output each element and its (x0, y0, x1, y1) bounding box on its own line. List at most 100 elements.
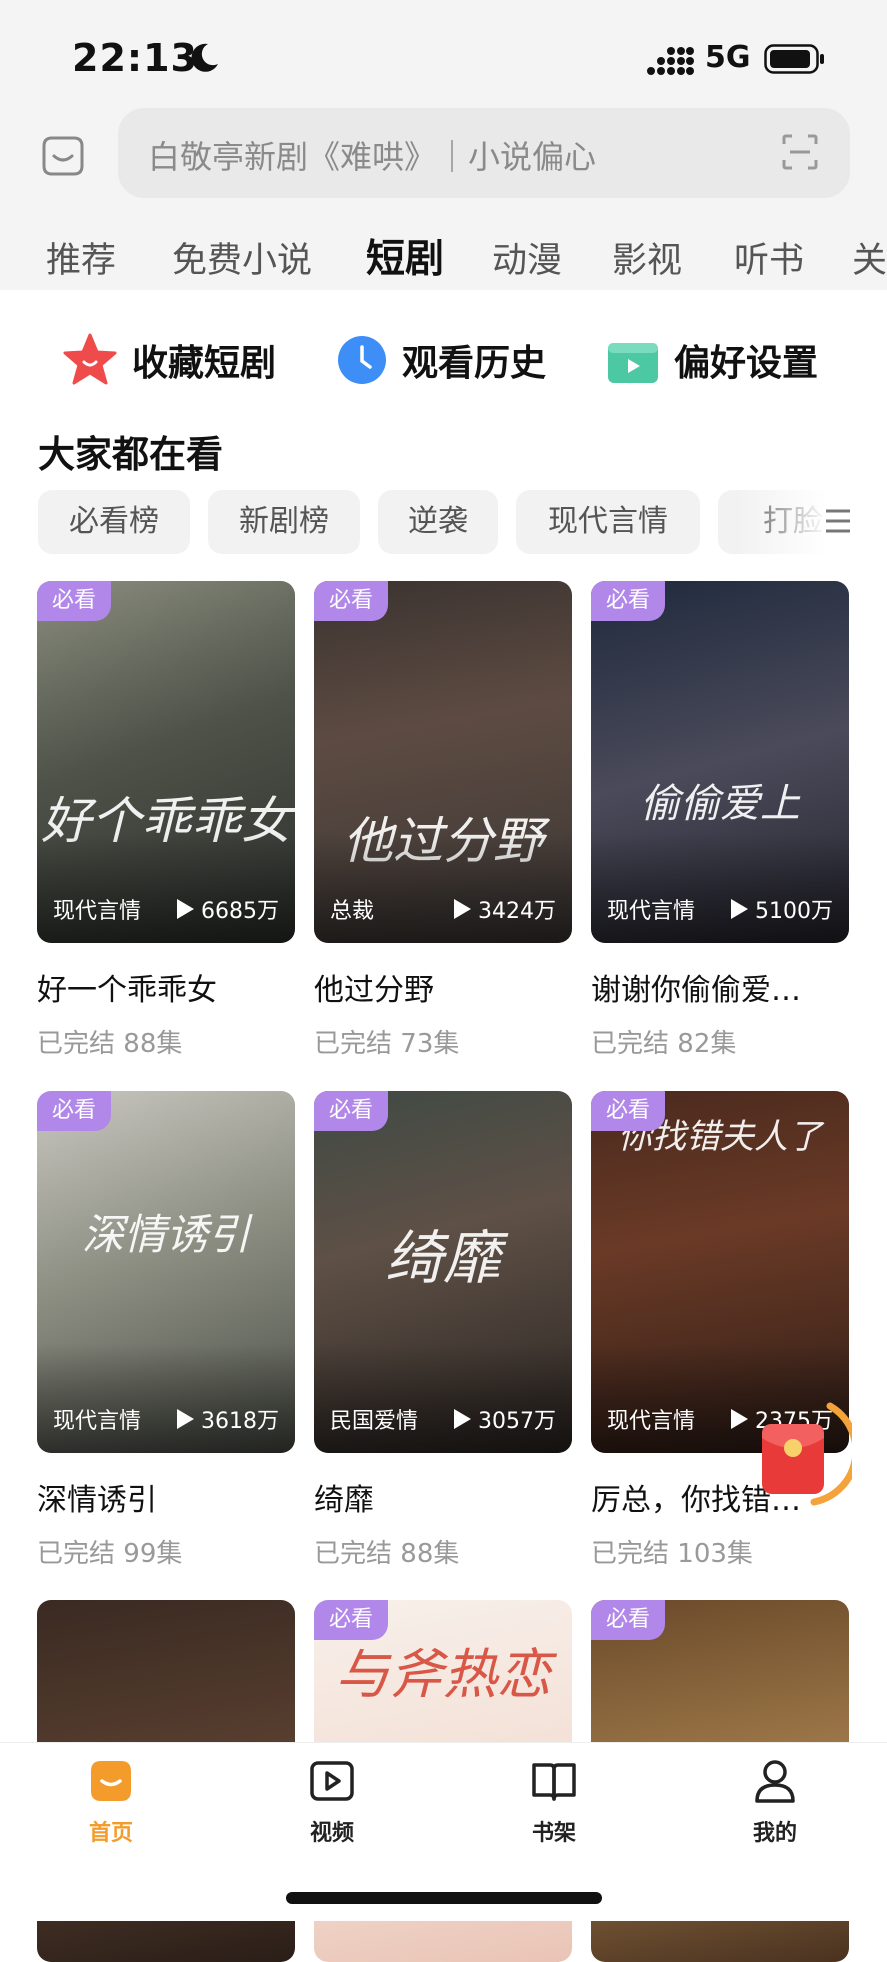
drama-poster: 好个乖乖女 必看 现代言情 6685万 (37, 581, 295, 943)
play-icon (454, 899, 471, 919)
genre-label: 现代言情 (53, 1409, 142, 1434)
tab-recommend[interactable]: 推荐 (46, 232, 116, 283)
must-watch-badge: 必看 (37, 581, 111, 621)
section-title: 大家都在看 (38, 433, 223, 476)
must-watch-badge: 必看 (591, 581, 665, 621)
menu-icon[interactable] (823, 506, 853, 536)
must-watch-badge: 必看 (314, 581, 388, 621)
star-icon (63, 333, 117, 385)
status-time: 22:13 (72, 36, 198, 80)
drama-title: 深情诱引 (37, 1483, 157, 1518)
preferences-button[interactable]: 偏好设置 (606, 330, 818, 390)
book-icon (532, 1763, 576, 1801)
filter-chips: 必看榜 新剧榜 逆袭 现代言情 打脸 (38, 490, 887, 554)
chip-new[interactable]: 新剧榜 (208, 490, 360, 554)
tab-short-drama[interactable]: 短剧 (366, 228, 444, 284)
completion-status: 已完结 (591, 1539, 670, 1569)
poster-title-art: 深情诱引 (81, 1210, 250, 1259)
drama-meta: 已完结 82集 (591, 1023, 849, 1060)
genre-label: 现代言情 (53, 899, 142, 924)
poster-title-art: 偷偷爱上 (640, 781, 800, 827)
nav-me[interactable]: 我的 (715, 1757, 835, 1847)
category-tabs: 推荐 免费小说 短剧 动漫 影视 听书 关 (0, 226, 887, 290)
tab-free-novels[interactable]: 免费小说 (172, 232, 312, 283)
battery-icon (764, 44, 824, 74)
history-label: 观看历史 (402, 343, 547, 384)
clock-icon (338, 336, 386, 384)
home-indicator (286, 1892, 602, 1904)
drama-title: 好一个乖乖女 (37, 973, 217, 1008)
nav-me-label: 我的 (752, 1821, 797, 1846)
nav-home[interactable]: 首页 (51, 1757, 171, 1847)
drama-card[interactable]: 绮靡 必看 民国爱情 3057万 绮靡 已完结 88集 (314, 1091, 572, 1570)
view-count: 6685万 (175, 893, 279, 925)
episode-count: 73集 (400, 1029, 460, 1059)
view-count-value: 6685万 (201, 899, 279, 924)
user-icon (755, 1760, 795, 1803)
must-watch-badge: 必看 (37, 1091, 111, 1131)
episode-count: 99集 (123, 1539, 183, 1569)
view-count-value: 3618万 (201, 1409, 279, 1434)
must-watch-badge: 必看 (591, 1600, 665, 1640)
view-count-value: 3057万 (478, 1409, 556, 1434)
completion-status: 已完结 (314, 1029, 393, 1059)
drama-title: 他过分野 (314, 973, 434, 1008)
chip-comeback[interactable]: 逆袭 (378, 490, 498, 554)
view-count: 5100万 (729, 893, 833, 925)
must-watch-badge: 必看 (314, 1600, 388, 1640)
genre-label: 总裁 (330, 899, 375, 924)
drama-meta: 已完结 73集 (314, 1023, 572, 1060)
episode-count: 88集 (123, 1029, 183, 1059)
must-watch-badge: 必看 (591, 1091, 665, 1131)
view-count-value: 3424万 (478, 899, 556, 924)
play-icon (731, 899, 748, 919)
drama-card[interactable]: 偷偷爱上 必看 现代言情 5100万 谢谢你偷偷爱… 已完结 82集 (591, 581, 849, 1060)
tab-anime[interactable]: 动漫 (492, 232, 562, 283)
chip-modern-romance[interactable]: 现代言情 (516, 490, 700, 554)
drama-card[interactable]: 好个乖乖女 必看 现代言情 6685万 好一个乖乖女 已完结 88集 (37, 581, 295, 1060)
scan-icon[interactable] (780, 132, 820, 172)
preferences-label: 偏好设置 (674, 343, 819, 384)
drama-poster: 深情诱引 必看 现代言情 3618万 (37, 1091, 295, 1453)
completion-status: 已完结 (37, 1029, 116, 1059)
red-envelope-icon[interactable] (752, 1398, 852, 1508)
chip-must-watch[interactable]: 必看榜 (38, 490, 190, 554)
moon-icon (191, 43, 218, 72)
episode-count: 82集 (677, 1029, 737, 1059)
poster-title-art: 与斧热恋 (335, 1643, 551, 1706)
drama-poster: 偷偷爱上 必看 现代言情 5100万 (591, 581, 849, 943)
view-count-value: 5100万 (755, 899, 833, 924)
nav-bookshelf-label: 书架 (531, 1821, 576, 1846)
episode-count: 88集 (400, 1539, 460, 1569)
favorites-label: 收藏短剧 (132, 343, 277, 384)
drama-card[interactable]: 深情诱引 必看 现代言情 3618万 深情诱引 已完结 99集 (37, 1091, 295, 1570)
drama-poster: 绮靡 必看 民国爱情 3057万 (314, 1091, 572, 1453)
genre-label: 民国爱情 (330, 1409, 419, 1434)
history-button[interactable]: 观看历史 (336, 330, 546, 390)
completion-status: 已完结 (314, 1539, 393, 1569)
favorites-button[interactable]: 收藏短剧 (62, 330, 276, 390)
search-bar[interactable]: 白敬亭新剧《难哄》｜小说偏心 (118, 108, 850, 198)
tab-audiobooks[interactable]: 听书 (734, 232, 804, 283)
drama-title: 谢谢你偷偷爱… (591, 973, 801, 1008)
nav-bookshelf[interactable]: 书架 (494, 1757, 614, 1847)
header: 白敬亭新剧《难哄》｜小说偏心 推荐 免费小说 短剧 动漫 影视 听书 关 (0, 108, 887, 290)
drama-meta: 已完结 88集 (314, 1533, 572, 1570)
app-logo-icon[interactable] (38, 130, 88, 180)
play-icon (177, 899, 194, 919)
drama-card[interactable]: 他过分野 必看 总裁 3424万 他过分野 已完结 73集 (314, 581, 572, 1060)
home-icon (91, 1761, 131, 1801)
tab-film-tv[interactable]: 影视 (612, 232, 682, 283)
completion-status: 已完结 (37, 1539, 116, 1569)
drama-poster: 他过分野 必看 总裁 3424万 (314, 581, 572, 943)
tab-follow[interactable]: 关 (852, 232, 887, 283)
network-label: 5G (705, 40, 751, 75)
view-count: 3057万 (452, 1403, 556, 1435)
tv-icon (608, 343, 658, 383)
nav-video[interactable]: 视频 (272, 1757, 392, 1847)
episode-count: 103集 (677, 1539, 753, 1569)
status-bar: 22:13 5G (0, 0, 887, 108)
chip-fade (737, 490, 887, 554)
genre-label: 现代言情 (607, 899, 696, 924)
drama-meta: 已完结 103集 (591, 1533, 849, 1570)
